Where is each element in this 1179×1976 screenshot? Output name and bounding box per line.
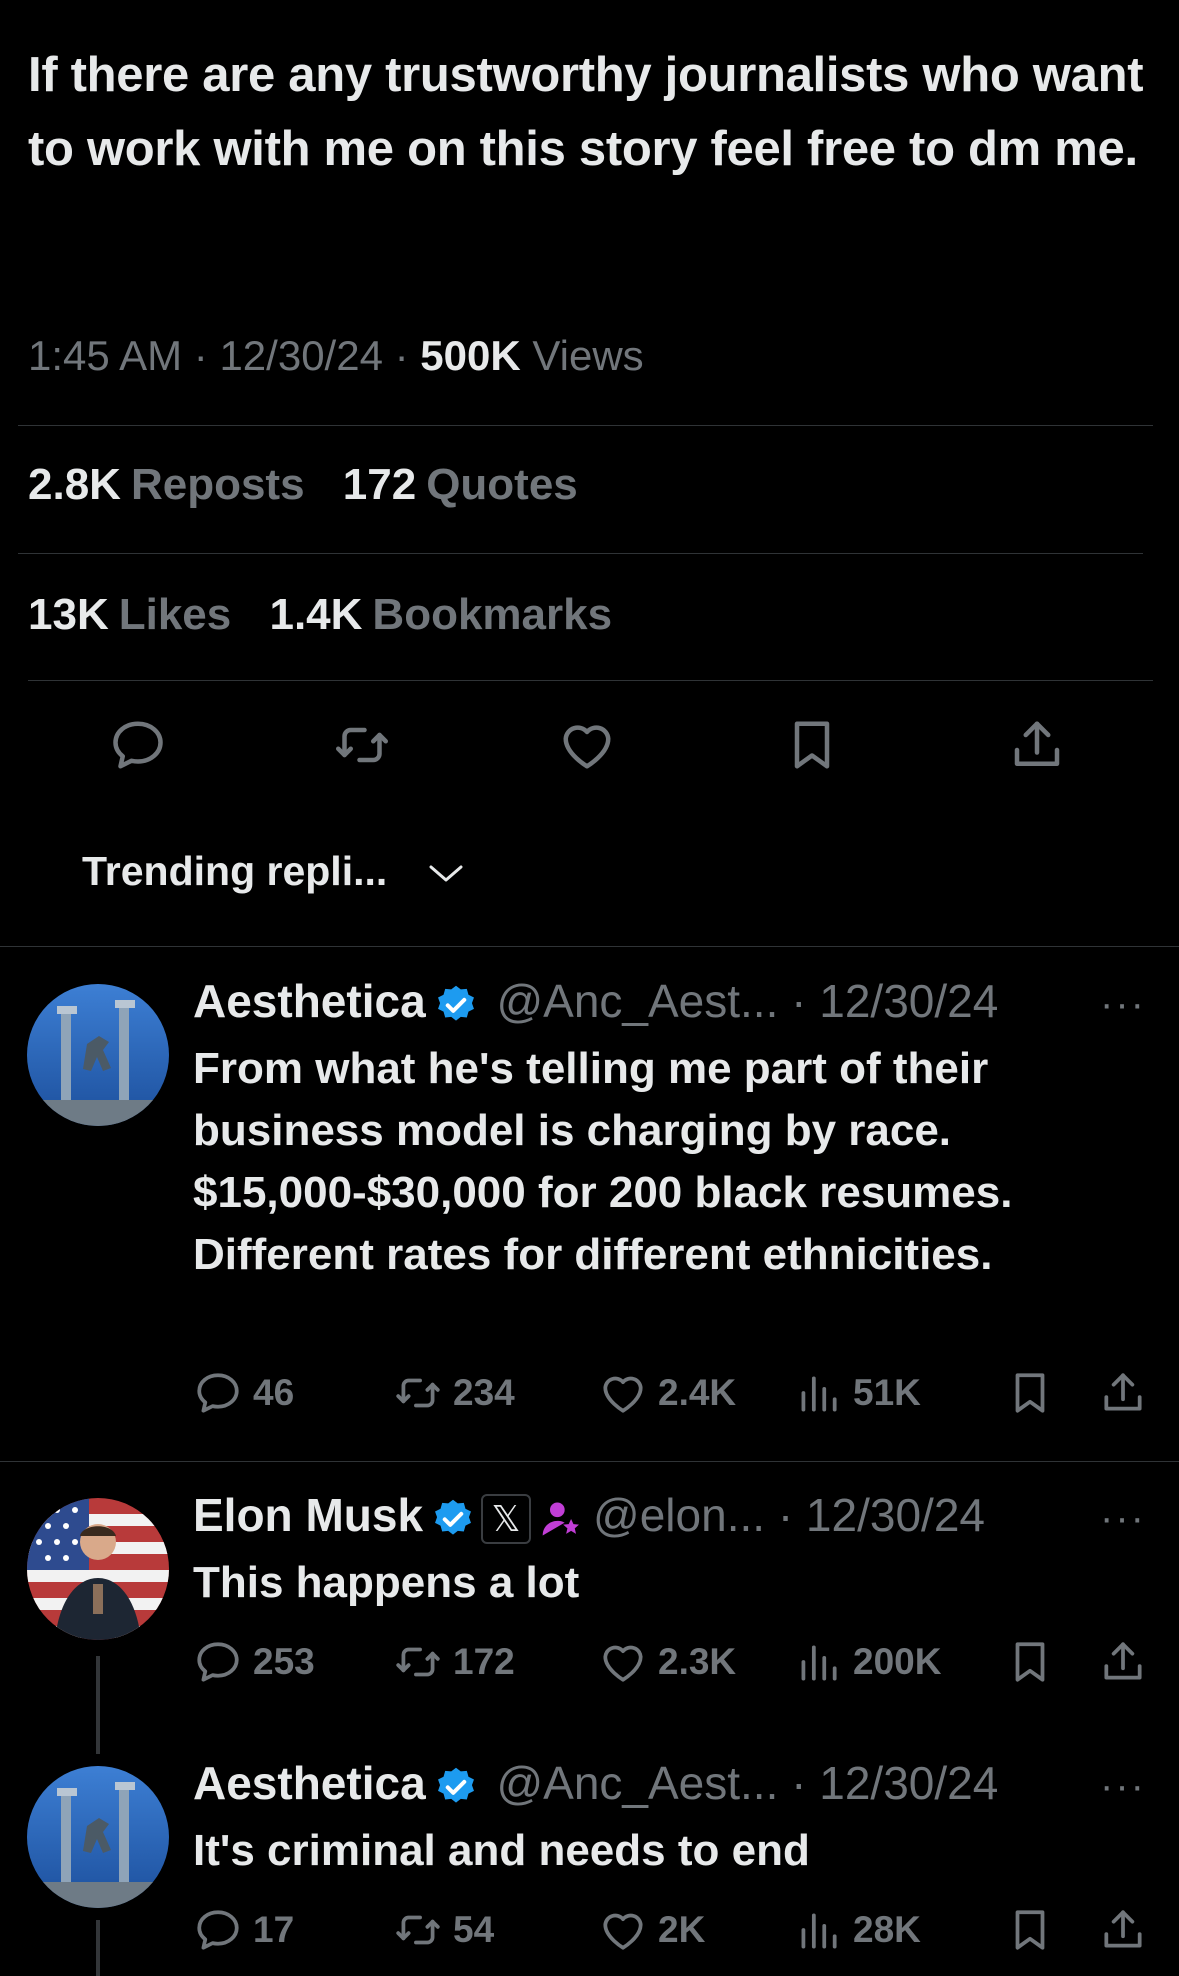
reply-date: · 12/30/24 xyxy=(777,1489,985,1541)
author-name[interactable]: Aesthetica xyxy=(193,975,426,1027)
reply-actions: 46 234 2.4K 51K xyxy=(193,1368,1153,1424)
tweet-text: If there are any trustworthy journalists… xyxy=(28,48,1144,176)
like-icon xyxy=(603,1645,643,1682)
views-label: Views xyxy=(532,332,644,379)
more-icon[interactable]: ··· xyxy=(1100,1496,1146,1541)
bookmark-icon xyxy=(1015,1373,1045,1413)
repost-icon[interactable] xyxy=(332,715,392,775)
views-count-button[interactable]: 200K xyxy=(793,1637,941,1687)
bookmark-icon xyxy=(1015,1910,1045,1950)
avatar[interactable] xyxy=(27,984,169,1126)
author-name[interactable]: Elon Musk xyxy=(193,1489,423,1541)
views-count: 500K xyxy=(420,332,521,379)
meta-sep: · xyxy=(394,332,409,379)
views-count-button[interactable]: 51K xyxy=(793,1368,921,1418)
divider xyxy=(18,425,1153,426)
reply-header: Aesthetica @Anc_Aest... · 12/30/24 xyxy=(193,974,998,1028)
divider xyxy=(18,553,1143,554)
likes-stat[interactable]: 13K Likes xyxy=(28,590,231,639)
quotes-stat[interactable]: 172 Quotes xyxy=(343,460,578,509)
repost-icon xyxy=(396,1647,440,1677)
verified-icon xyxy=(435,1499,471,1535)
tweet-time: 1:45 AM xyxy=(28,332,183,379)
views-icon xyxy=(801,1376,837,1412)
bookmark-button[interactable] xyxy=(1005,1368,1065,1418)
author-handle[interactable]: @elon... xyxy=(593,1489,765,1541)
verified-icon xyxy=(437,1767,474,1803)
bookmark-icon[interactable] xyxy=(782,715,842,775)
meta-sep: · xyxy=(193,332,208,379)
share-icon xyxy=(1104,1910,1142,1948)
reply-count-button[interactable]: 46 xyxy=(193,1368,294,1418)
reply-icon[interactable] xyxy=(108,715,168,775)
reply-actions: 17 54 2K 28K xyxy=(193,1905,1153,1961)
like-count-button[interactable]: 2K xyxy=(598,1905,705,1955)
repost-count-button[interactable]: 172 xyxy=(393,1637,515,1687)
reply-header: Aesthetica @Anc_Aest... · 12/30/24 xyxy=(193,1756,998,1810)
like-count-button[interactable]: 2.3K xyxy=(598,1637,736,1687)
reply-text: It's criminal and needs to end xyxy=(193,1826,810,1875)
thread-line xyxy=(96,1656,100,1754)
verified-icon xyxy=(437,985,474,1021)
sort-label: Trending repli... xyxy=(82,848,388,894)
reply-icon xyxy=(197,1910,239,1950)
share-button[interactable] xyxy=(1098,1368,1158,1418)
person-star-icon xyxy=(542,1502,579,1536)
tweet-meta: 1:45 AM · 12/30/24 · 500K Views xyxy=(28,332,644,380)
tweet-date: 12/30/24 xyxy=(219,332,383,379)
views-icon xyxy=(801,1913,837,1949)
share-icon xyxy=(1104,1642,1142,1680)
x-affiliate-badge[interactable]: 𝕏 xyxy=(481,1493,532,1544)
bookmark-icon xyxy=(1015,1642,1045,1682)
bookmarks-stat[interactable]: 1.4K Bookmarks xyxy=(269,590,612,639)
views-count-button[interactable]: 28K xyxy=(793,1905,921,1955)
author-handle[interactable]: @Anc_Aest... xyxy=(496,1757,778,1809)
like-icon[interactable] xyxy=(557,715,617,775)
tweet-action-bar xyxy=(0,715,1179,780)
divider xyxy=(0,1461,1179,1462)
views-icon xyxy=(801,1645,837,1681)
bookmark-button[interactable] xyxy=(1005,1637,1065,1687)
stats-row-2: 13K Likes 1.4K Bookmarks xyxy=(28,590,612,640)
share-button[interactable] xyxy=(1098,1905,1158,1955)
stats-row-1: 2.8K Reposts 172 Quotes xyxy=(28,460,578,510)
repost-icon xyxy=(396,1378,440,1408)
reply-icon xyxy=(197,1373,239,1413)
like-icon xyxy=(603,1376,643,1413)
more-icon[interactable]: ··· xyxy=(1100,1764,1146,1809)
repost-icon xyxy=(396,1915,440,1945)
reply-header: Elon Musk 𝕏 @elon... · 12/30/24 xyxy=(193,1488,985,1544)
repost-count-button[interactable]: 234 xyxy=(393,1368,515,1418)
divider xyxy=(0,946,1179,947)
reply-count-button[interactable]: 253 xyxy=(193,1637,315,1687)
bookmark-button[interactable] xyxy=(1005,1905,1065,1955)
more-icon[interactable]: ··· xyxy=(1100,982,1146,1027)
repost-count-button[interactable]: 54 xyxy=(393,1905,494,1955)
reply-text: From what he's telling me part of their … xyxy=(193,1044,1013,1279)
like-count-button[interactable]: 2.4K xyxy=(598,1368,736,1418)
reply-text: This happens a lot xyxy=(193,1558,580,1607)
thread-line xyxy=(96,1920,100,1976)
like-icon xyxy=(603,1913,643,1950)
reply-count-button[interactable]: 17 xyxy=(193,1905,294,1955)
author-handle[interactable]: @Anc_Aest... xyxy=(496,975,778,1027)
reply-icon xyxy=(197,1642,239,1682)
reply-actions: 253 172 2.3K 200K xyxy=(193,1637,1153,1693)
share-icon[interactable] xyxy=(1007,715,1067,775)
divider xyxy=(28,680,1153,681)
reply-sort-dropdown[interactable]: Trending repli... xyxy=(82,848,463,895)
chevron-down-icon xyxy=(429,865,463,882)
share-button[interactable] xyxy=(1098,1637,1158,1687)
avatar[interactable] xyxy=(27,1498,169,1640)
author-name[interactable]: Aesthetica xyxy=(193,1757,426,1809)
reply-date: · 12/30/24 xyxy=(791,975,999,1027)
reposts-stat[interactable]: 2.8K Reposts xyxy=(28,460,305,509)
avatar[interactable] xyxy=(27,1766,169,1908)
reply-date: · 12/30/24 xyxy=(791,1757,999,1809)
share-icon xyxy=(1104,1373,1142,1411)
